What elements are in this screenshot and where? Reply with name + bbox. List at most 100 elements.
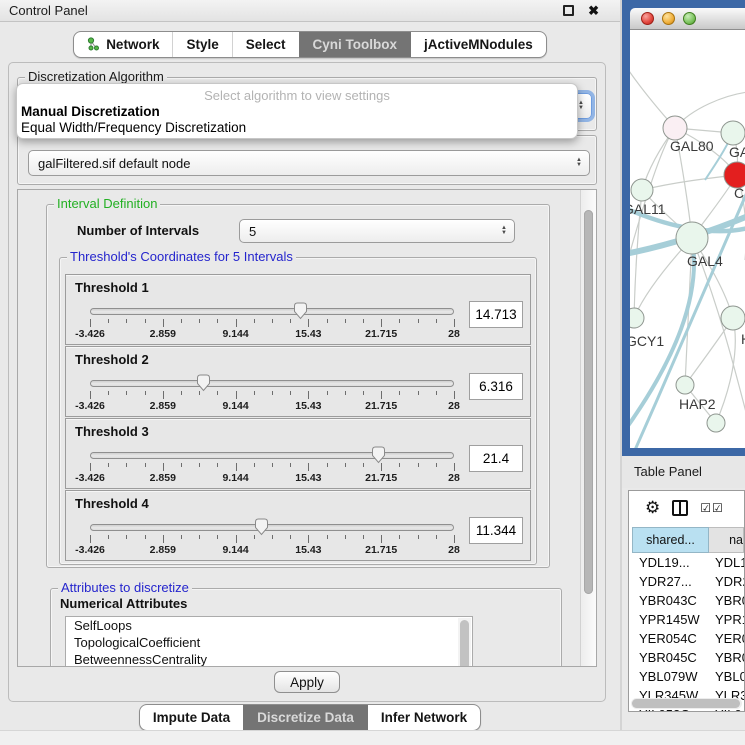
network-node-ga[interactable] bbox=[721, 121, 745, 145]
slider-tick bbox=[236, 463, 237, 471]
cell-name[interactable]: YDR2 bbox=[709, 572, 744, 591]
slider-handle[interactable] bbox=[371, 446, 386, 464]
list-scrollbar[interactable] bbox=[458, 618, 471, 667]
network-node-gal4[interactable] bbox=[676, 222, 708, 254]
bottom-tab-impute-data[interactable]: Impute Data bbox=[140, 705, 243, 730]
threshold-value-field[interactable]: 6.316 bbox=[469, 373, 523, 400]
network-node-gal80[interactable] bbox=[663, 116, 687, 140]
slider-tick bbox=[345, 463, 346, 467]
cell-name[interactable]: YDL1 bbox=[709, 553, 744, 572]
thresholds-group-title: Threshold's Coordinates for 5 Intervals bbox=[67, 250, 296, 264]
tab-network[interactable]: Network bbox=[74, 32, 172, 57]
threshold-slider[interactable]: -3.4262.8599.14415.4321.71528 bbox=[90, 374, 454, 414]
mac-minimize-button[interactable] bbox=[662, 12, 675, 25]
number-of-intervals-combobox[interactable]: 5 ▲▼ bbox=[239, 219, 515, 243]
select-columns-icon[interactable]: ☑☑ bbox=[700, 501, 724, 515]
dropdown-option[interactable]: Manual Discretization bbox=[17, 104, 577, 120]
slider-tick bbox=[418, 391, 419, 395]
network-graph: GAL80GACGAL11GAL4GCY1HHAP2 bbox=[630, 30, 745, 448]
network-node-gal11[interactable] bbox=[631, 179, 653, 201]
tab-label: Infer Network bbox=[381, 710, 467, 725]
threshold-value-field[interactable]: 11.344 bbox=[469, 517, 523, 544]
attribute-item[interactable]: SelfLoops bbox=[66, 617, 472, 634]
attributes-group: Attributes to discretize Numerical Attri… bbox=[50, 588, 562, 667]
table-hscrollbar-thumb[interactable] bbox=[632, 699, 740, 708]
tab-cyni-toolbox[interactable]: Cyni Toolbox bbox=[299, 32, 411, 57]
network-node-h[interactable] bbox=[721, 306, 745, 330]
dropdown-option[interactable]: Equal Width/Frequency Discretization bbox=[17, 120, 577, 136]
slider-handle[interactable] bbox=[254, 518, 269, 536]
cell-shared-name[interactable]: YBR043C bbox=[632, 591, 709, 610]
network-node-hap2[interactable] bbox=[676, 376, 694, 394]
tab-style[interactable]: Style bbox=[172, 32, 231, 57]
slider-handle[interactable] bbox=[293, 302, 308, 320]
slider-tick-label: 28 bbox=[448, 472, 460, 484]
apply-button[interactable]: Apply bbox=[274, 671, 340, 693]
bottom-tab-infer-network[interactable]: Infer Network bbox=[367, 705, 480, 730]
tab-jactivemnodules[interactable]: jActiveMNodules bbox=[410, 32, 546, 57]
table-row[interactable]: YBR043C YBR0 bbox=[632, 591, 744, 610]
attribute-item[interactable]: BetweennessCentrality bbox=[66, 651, 472, 667]
table-row[interactable]: YBL079W YBL0 bbox=[632, 667, 744, 686]
cell-name[interactable]: YBL0 bbox=[709, 667, 744, 686]
cell-shared-name[interactable]: YDL19... bbox=[632, 553, 709, 572]
gear-icon[interactable]: ⚙ bbox=[645, 499, 660, 516]
node-label: GCY1 bbox=[630, 333, 664, 349]
cell-shared-name[interactable]: YDR27... bbox=[632, 572, 709, 591]
thresholds-group: Threshold's Coordinates for 5 Intervals … bbox=[59, 257, 537, 565]
slider-tick-label: 9.144 bbox=[222, 328, 248, 340]
mac-close-button[interactable] bbox=[641, 12, 654, 25]
slider-tick bbox=[308, 319, 309, 327]
tab-select[interactable]: Select bbox=[232, 32, 299, 57]
cell-name[interactable]: YER0 bbox=[709, 629, 744, 648]
threshold-slider[interactable]: -3.4262.8599.14415.4321.71528 bbox=[90, 518, 454, 558]
threshold-label: Threshold 4 bbox=[75, 496, 149, 511]
slider-track[interactable] bbox=[90, 524, 454, 531]
slider-tick bbox=[272, 319, 273, 323]
network-node[interactable] bbox=[707, 414, 725, 432]
cell-shared-name[interactable]: YBL079W bbox=[632, 667, 709, 686]
panel-scrollbar[interactable] bbox=[580, 190, 596, 666]
cell-name[interactable]: YPR1 bbox=[709, 610, 744, 629]
cell-shared-name[interactable]: YER054C bbox=[632, 629, 709, 648]
slider-handle[interactable] bbox=[196, 374, 211, 392]
list-scrollbar-thumb[interactable] bbox=[460, 620, 469, 667]
table-row[interactable]: YPR145W YPR1 bbox=[632, 610, 744, 629]
split-columns-icon[interactable] bbox=[672, 500, 688, 516]
table-row[interactable]: YER054C YER0 bbox=[632, 629, 744, 648]
slider-tick bbox=[90, 391, 91, 399]
table-row[interactable]: YDR27... YDR2 bbox=[632, 572, 744, 591]
threshold-slider[interactable]: -3.4262.8599.14415.4321.71528 bbox=[90, 302, 454, 342]
cell-name[interactable]: YBR0 bbox=[709, 591, 744, 610]
top-tabstrip: NetworkStyleSelectCyni ToolboxjActiveMNo… bbox=[73, 31, 547, 58]
table-row[interactable]: YDL19... YDL1 bbox=[632, 553, 744, 572]
float-window-icon[interactable] bbox=[563, 5, 574, 16]
threshold-slider[interactable]: -3.4262.8599.14415.4321.71528 bbox=[90, 446, 454, 486]
slider-tick bbox=[399, 319, 400, 323]
mac-zoom-button[interactable] bbox=[683, 12, 696, 25]
node-label: GAL80 bbox=[670, 138, 714, 154]
slider-track[interactable] bbox=[90, 380, 454, 387]
node-label: H bbox=[741, 331, 745, 347]
numerical-attributes-list[interactable]: SelfLoopsTopologicalCoefficientBetweenne… bbox=[65, 616, 473, 667]
cell-shared-name[interactable]: YPR145W bbox=[632, 610, 709, 629]
panel-scrollbar-thumb[interactable] bbox=[584, 210, 593, 594]
number-of-intervals-value: 5 bbox=[249, 224, 256, 239]
slider-tick bbox=[108, 463, 109, 467]
table-data-combobox[interactable]: galFiltered.sif default node ▲▼ bbox=[28, 150, 590, 176]
cell-name[interactable]: YBR0 bbox=[709, 648, 744, 667]
column-header-shared-name[interactable]: shared... bbox=[632, 527, 709, 553]
attribute-item[interactable]: TopologicalCoefficient bbox=[66, 634, 472, 651]
slider-track[interactable] bbox=[90, 452, 454, 459]
bottom-tab-discretize-data[interactable]: Discretize Data bbox=[243, 705, 367, 730]
table-hscrollbar[interactable] bbox=[631, 698, 742, 709]
table-row[interactable]: YBR045C YBR0 bbox=[632, 648, 744, 667]
cell-shared-name[interactable]: YBR045C bbox=[632, 648, 709, 667]
close-icon[interactable]: ✖ bbox=[588, 5, 599, 16]
column-header-name[interactable]: na bbox=[709, 527, 744, 553]
network-node-gcy1[interactable] bbox=[630, 308, 644, 328]
dropdown-hint: Select algorithm to view settings bbox=[17, 87, 577, 104]
threshold-value-field[interactable]: 14.713 bbox=[469, 301, 523, 328]
slider-track[interactable] bbox=[90, 308, 454, 315]
threshold-value-field[interactable]: 21.4 bbox=[469, 445, 523, 472]
